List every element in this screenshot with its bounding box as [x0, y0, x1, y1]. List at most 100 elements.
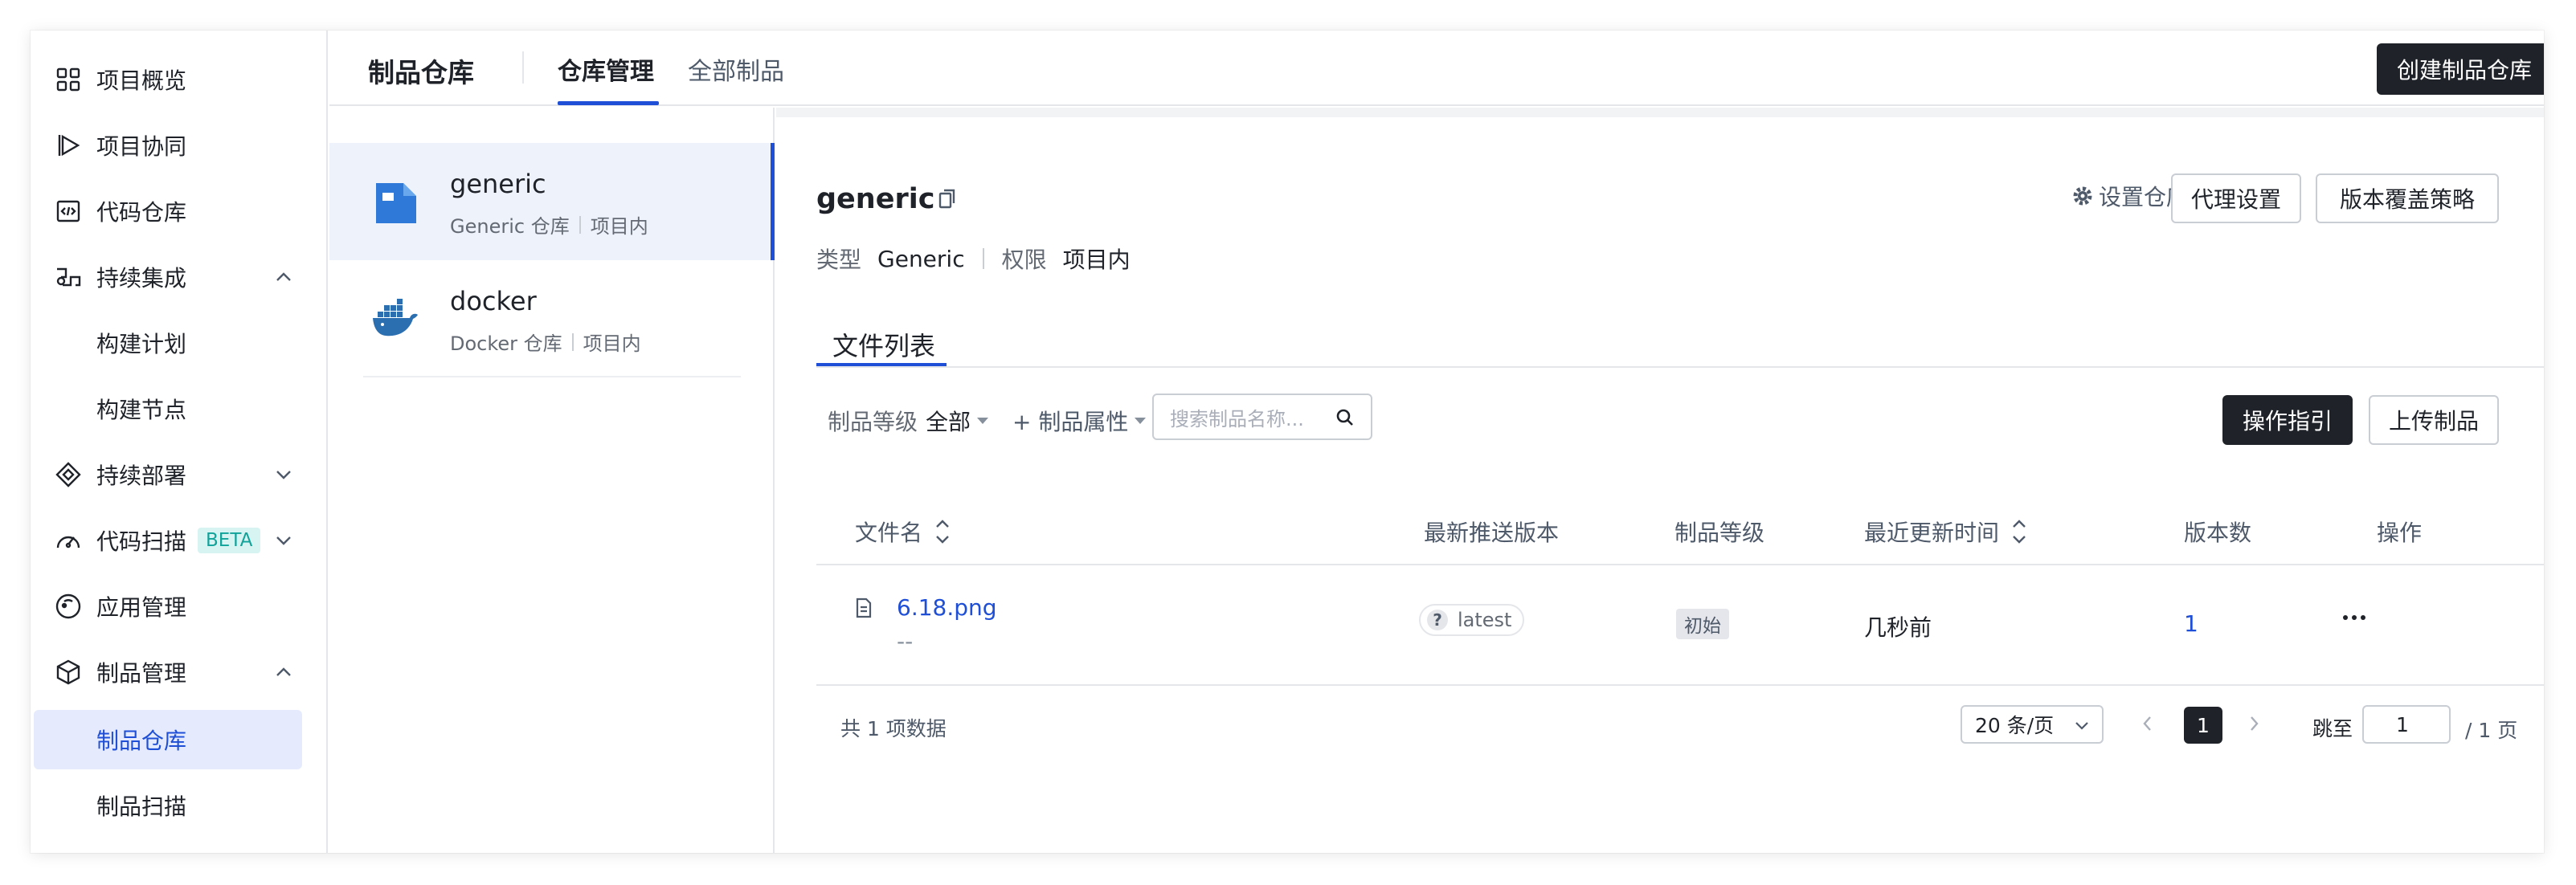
chevron-up-icon[interactable] [273, 662, 294, 683]
table-header: 文件名 最新推送版本 制品等级 最近更新时间 版本数 操作 [816, 491, 2544, 565]
col-label: 文件名 [855, 520, 923, 546]
file-icon [856, 597, 872, 618]
page-size-select[interactable]: 20 条/页 [1961, 705, 2104, 744]
col-file-name[interactable]: 文件名 [855, 516, 951, 548]
app-circle-icon [53, 591, 84, 622]
app-window: 项目概览 项目协同 代码仓库 持续集成 构建计划 构建节点 持续部署 代码扫描 … [31, 31, 2544, 853]
repo-name: generic [450, 169, 546, 199]
repo-list: generic Generic 仓库 项目内 docker Docker 仓库 … [329, 108, 775, 853]
perm-value: 项目内 [1062, 247, 1131, 273]
table-row: 6.18.png -- ? latest 初始 几秒前 1 [816, 567, 2544, 686]
detail-top-strip [776, 108, 2544, 117]
repo-type: Generic 仓库 [450, 215, 570, 238]
repo-item-generic[interactable]: generic Generic 仓库 项目内 [329, 143, 775, 260]
jump-label: 跳至 [2312, 717, 2353, 740]
gear-icon [2073, 186, 2092, 206]
sidebar-item-label: 制品管理 [96, 660, 187, 687]
next-page-icon[interactable] [2245, 712, 2263, 736]
sidebar-item-label: 持续集成 [96, 265, 187, 292]
col-actions: 操作 [2377, 520, 2423, 546]
level-filter-label: 制品等级 [828, 409, 918, 435]
deploy-icon [53, 459, 84, 490]
attr-filter-button[interactable]: + 制品属性 [1012, 405, 1147, 437]
repo-scope: 项目内 [590, 215, 648, 238]
repo-properties: 类型 Generic 权限 项目内 [816, 243, 1131, 275]
sidebar-item-code-repo[interactable]: 代码仓库 [31, 181, 328, 241]
code-window-icon [53, 196, 84, 226]
search-icon[interactable] [1334, 406, 1356, 429]
props-divider [982, 248, 984, 269]
cube-icon [53, 657, 84, 687]
sidebar-item-project-collab[interactable]: 项目协同 [31, 116, 328, 175]
caret-down-icon [1135, 418, 1147, 424]
updated-time: 几秒前 [1864, 614, 1932, 641]
page-number-current[interactable]: 1 [2184, 707, 2222, 744]
sidebar-item-artifact-repo[interactable]: 制品仓库 [34, 710, 302, 769]
repo-type: Docker 仓库 [450, 332, 562, 355]
generic-folder-icon [376, 183, 416, 223]
chevron-down-icon [2075, 722, 2088, 730]
version-override-policy-button[interactable]: 版本覆盖策略 [2316, 173, 2499, 223]
sort-icon[interactable] [2010, 517, 2028, 546]
operation-guide-button[interactable]: 操作指引 [2222, 395, 2353, 445]
sidebar-item-artifact-scan[interactable]: 制品扫描 [34, 776, 302, 835]
type-value: Generic [877, 245, 965, 272]
copy-icon[interactable] [938, 188, 957, 210]
col-updated-time[interactable]: 最近更新时间 [1864, 516, 2028, 548]
meta-divider [579, 215, 581, 234]
jump-page-input[interactable] [2362, 705, 2451, 744]
version-tag[interactable]: ? latest [1419, 604, 1525, 636]
repo-scope: 项目内 [583, 332, 641, 355]
sidebar-item-project-overview[interactable]: 项目概览 [31, 50, 328, 109]
sidebar-item-label: 持续部署 [96, 463, 187, 489]
tab-all-artifacts[interactable]: 全部制品 [688, 51, 784, 87]
artifact-search-input[interactable]: 搜索制品名称... [1152, 394, 1372, 440]
top-header: 制品仓库 仓库管理 全部制品 创建制品仓库 [329, 31, 2544, 106]
sidebar-item-code-scan[interactable]: 代码扫描 BETA [31, 511, 328, 570]
docker-whale-icon [373, 299, 418, 336]
tab-file-list[interactable]: 文件列表 [832, 326, 935, 363]
sidebar-item-label: 代码扫描 [96, 528, 187, 555]
more-actions-icon[interactable] [2343, 615, 2365, 620]
version-count-link[interactable]: 1 [2184, 610, 2198, 637]
sidebar-item-label: 项目协同 [96, 133, 187, 160]
sidebar-item-artifact-management[interactable]: 制品管理 [31, 642, 328, 702]
beta-badge: BETA [198, 528, 261, 553]
col-artifact-level: 制品等级 [1674, 520, 1765, 546]
sidebar: 项目概览 项目协同 代码仓库 持续集成 构建计划 构建节点 持续部署 代码扫描 … [31, 31, 328, 853]
repo-detail: generic 类型 Generic 权限 项目内 设置仓库 代理设置 版本覆盖… [776, 108, 2544, 853]
play-triangle-icon [53, 130, 84, 161]
meta-divider [571, 332, 574, 351]
file-name-link[interactable]: 6.18.png [897, 594, 997, 621]
repo-detail-title: generic [816, 183, 957, 215]
chevron-down-icon[interactable] [273, 530, 294, 551]
grid-icon [53, 64, 84, 95]
sidebar-item-cd[interactable]: 持续部署 [31, 445, 328, 504]
total-count: 共 1 项数据 [840, 717, 947, 740]
sidebar-item-ci[interactable]: 持续集成 [31, 247, 328, 307]
total-pages: / 1 页 [2465, 719, 2518, 742]
sidebar-item-build-plan[interactable]: 构建计划 [34, 313, 302, 373]
repo-meta: Generic 仓库 项目内 [450, 210, 648, 239]
tab-repo-management[interactable]: 仓库管理 [558, 51, 654, 87]
chevron-up-icon[interactable] [273, 267, 294, 288]
gauge-icon [53, 525, 84, 556]
upload-artifact-button[interactable]: 上传制品 [2369, 395, 2499, 445]
active-tab-indicator [558, 101, 659, 105]
sort-icon[interactable] [934, 517, 951, 546]
sidebar-item-app-management[interactable]: 应用管理 [31, 577, 328, 636]
prev-page-icon[interactable] [2139, 712, 2157, 736]
version-label: latest [1458, 609, 1512, 631]
level-badge: 初始 [1676, 609, 1729, 639]
repo-name: docker [450, 286, 537, 316]
create-repo-button[interactable]: 创建制品仓库 [2377, 43, 2544, 95]
subtab-divider [816, 366, 2544, 368]
repo-item-docker[interactable]: docker Docker 仓库 项目内 [363, 260, 741, 377]
sidebar-item-label: 应用管理 [96, 594, 187, 621]
sidebar-item-build-node[interactable]: 构建节点 [34, 379, 302, 438]
proxy-settings-button[interactable]: 代理设置 [2171, 173, 2301, 223]
chevron-down-icon[interactable] [273, 464, 294, 485]
filter-bar: 制品等级 全部 + 制品属性 [828, 405, 1147, 437]
level-filter-select[interactable]: 全部 [926, 405, 971, 437]
col-label: 最近更新时间 [1864, 520, 2000, 546]
